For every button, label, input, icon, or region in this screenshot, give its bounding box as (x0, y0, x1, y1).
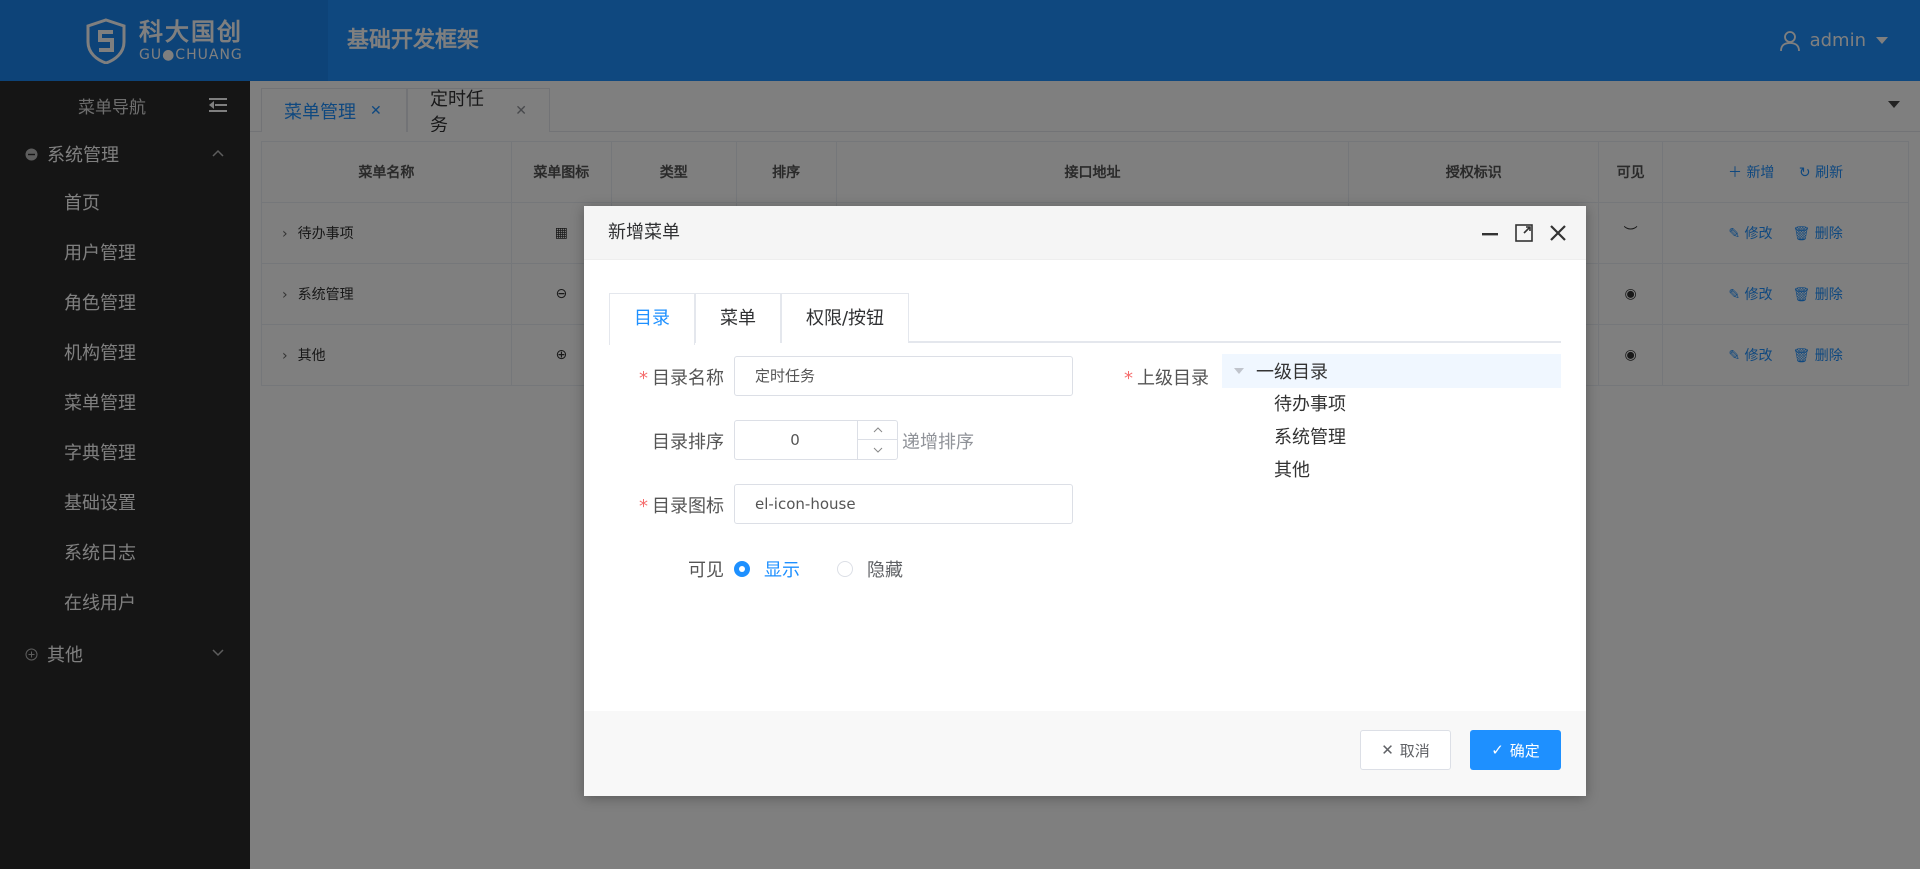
dialog-title: 新增菜单 (608, 222, 680, 243)
add-menu-dialog: 新增菜单 目录 菜单 权限/按钮 * 目录名称 定时任务 目录排序 0 递增排序 … (584, 206, 1586, 796)
radio-dot (734, 561, 750, 577)
tree-node[interactable]: 其他 (1222, 454, 1561, 487)
parent-label: * 上级目录 (1124, 368, 1209, 389)
minimize-icon[interactable] (1480, 223, 1500, 243)
order-label: 目录排序 (652, 432, 724, 453)
decrement-icon[interactable] (858, 440, 897, 459)
order-value[interactable]: 0 (735, 421, 855, 459)
name-input[interactable]: 定时任务 (734, 356, 1073, 396)
caret-down-icon[interactable] (1234, 368, 1244, 374)
maximize-icon[interactable] (1514, 223, 1534, 243)
name-label: * 目录名称 (639, 368, 724, 389)
dialog-body: 目录 菜单 权限/按钮 * 目录名称 定时任务 目录排序 0 递增排序 * 目录图标… (584, 260, 1586, 720)
close-icon: ✕ (1381, 741, 1394, 759)
type-tabs: 目录 菜单 权限/按钮 (609, 293, 1561, 345)
parent-tree: 一级目录 待办事项 系统管理 其他 (1222, 354, 1561, 487)
order-stepper[interactable]: 0 (734, 420, 898, 460)
order-hint: 递增排序 (902, 432, 974, 453)
icon-input[interactable]: el-icon-house (734, 484, 1073, 524)
close-icon[interactable] (1548, 223, 1568, 243)
tab-directory[interactable]: 目录 (609, 293, 695, 345)
confirm-button[interactable]: ✓ 确定 (1470, 730, 1561, 770)
icon-label: * 目录图标 (639, 496, 724, 517)
increment-icon[interactable] (858, 421, 897, 440)
tab-menu[interactable]: 菜单 (695, 293, 781, 343)
tree-node[interactable]: 待办事项 (1222, 388, 1561, 421)
visible-show-radio[interactable]: 显示 (734, 556, 800, 582)
tab-permission-button[interactable]: 权限/按钮 (781, 293, 909, 343)
check-icon: ✓ (1491, 741, 1504, 759)
tree-node[interactable]: 系统管理 (1222, 421, 1561, 454)
visible-label: 可见 (688, 560, 724, 581)
cancel-button[interactable]: ✕ 取消 (1360, 730, 1451, 770)
tree-node-root[interactable]: 一级目录 (1222, 354, 1561, 388)
visible-hide-radio[interactable]: 隐藏 (837, 556, 903, 582)
radio-dot (837, 561, 853, 577)
